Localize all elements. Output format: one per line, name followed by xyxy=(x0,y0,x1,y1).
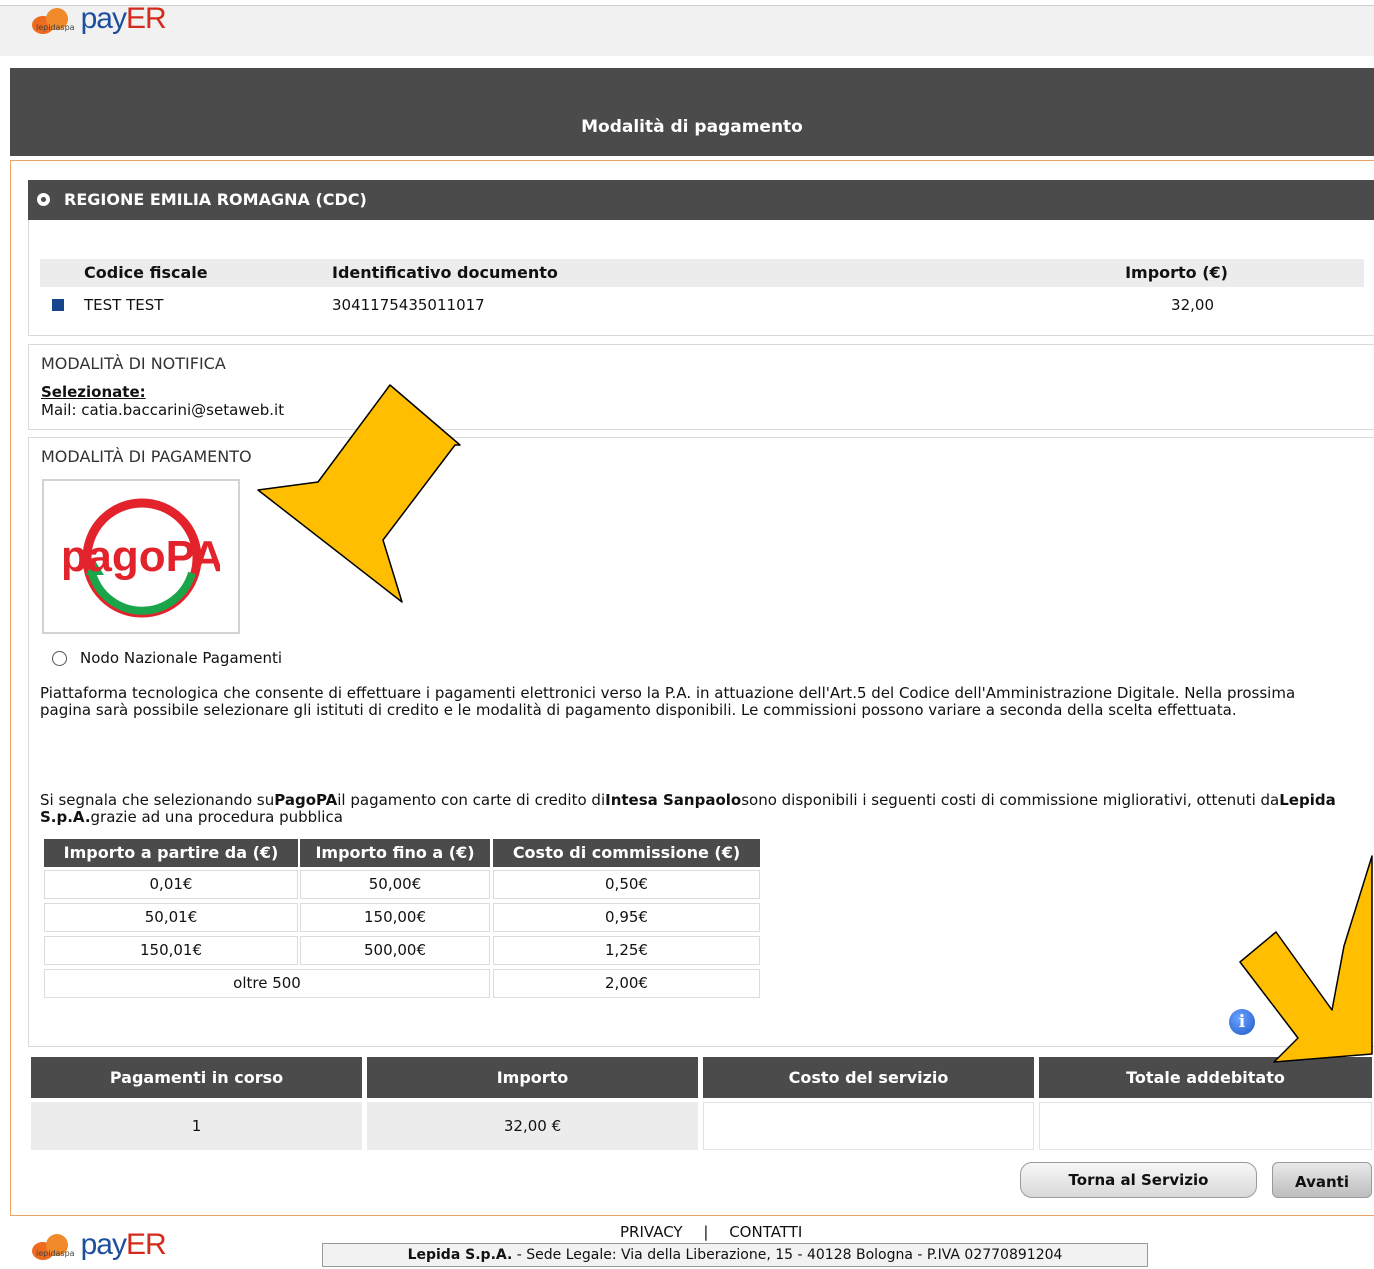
notifica-mail: Mail: catia.baccarini@setaweb.it xyxy=(41,401,285,419)
logo-company: lepidaspa xyxy=(36,1249,75,1258)
fee-cell: 50,00€ xyxy=(300,870,490,899)
fee-cell: 1,25€ xyxy=(493,936,760,965)
ente-label: REGIONE EMILIA ROMAGNA (CDC) xyxy=(64,190,367,209)
bullet-square-icon xyxy=(52,299,64,311)
pagopa-logo: pagoPA xyxy=(64,498,220,618)
pagamento-title: MODALITÀ DI PAGAMENTO xyxy=(41,447,252,466)
payer-logo[interactable]: lepidaspa payER xyxy=(32,2,167,35)
fee-col-cost: Costo di commissione (€) xyxy=(493,839,760,867)
note-text-4: grazie ad una procedura pubblica xyxy=(90,808,343,826)
fee-col-to: Importo fino a (€) xyxy=(300,839,490,867)
row-identificativo: 3041175435011017 xyxy=(332,296,485,314)
note-text-2: il pagamento con carte di credito di xyxy=(337,791,606,809)
footer-separator: | xyxy=(703,1223,709,1241)
annotation-arrow-icon xyxy=(1239,855,1373,1063)
row-importo: 32,00 xyxy=(1171,296,1214,314)
logo-wordmark: payER xyxy=(80,1228,167,1261)
col-importo: Importo (€) xyxy=(1125,263,1228,282)
footer-payer-logo[interactable]: lepidaspa payER xyxy=(32,1228,167,1261)
notifica-panel: MODALITÀ DI NOTIFICA Selezionate: Mail: … xyxy=(28,344,1374,430)
footer-links: PRIVACY | CONTATTI xyxy=(620,1223,802,1241)
notifica-selected-label: Selezionate: xyxy=(41,383,146,401)
commission-note: Si segnala che selezionando suPagoPAil p… xyxy=(40,792,1340,826)
pagopa-radio[interactable] xyxy=(52,650,67,666)
fee-cell: 0,95€ xyxy=(493,903,760,932)
table-row: TEST TEST 3041175435011017 32,00 xyxy=(40,290,1364,320)
logo-pay: pay xyxy=(80,1228,127,1261)
pagopa-option[interactable]: Nodo Nazionale Pagamenti xyxy=(52,649,282,667)
documents-table-header: Codice fiscale Identificativo documento … xyxy=(40,259,1364,287)
footer-legal: Lepida S.p.A. - Sede Legale: Via della L… xyxy=(322,1243,1148,1267)
logo-wordmark: payER xyxy=(80,2,167,35)
pagopa-description: Piattaforma tecnologica che consente di … xyxy=(40,684,1296,719)
pagopa-logo-box[interactable]: pagoPA xyxy=(42,479,240,634)
pagopa-logo-text: pagoPA xyxy=(64,532,220,581)
title-bar: Modalità di pagamento xyxy=(10,68,1374,156)
note-bold-pagopa: PagoPA xyxy=(274,791,338,809)
summary-col-pagamenti: Pagamenti in corso xyxy=(31,1057,362,1098)
note-text-3: sono disponibili i seguenti costi di com… xyxy=(741,791,1280,809)
contatti-link[interactable]: CONTATTI xyxy=(729,1223,802,1241)
fee-cell: oltre 500 xyxy=(44,969,490,998)
summary-col-importo: Importo xyxy=(367,1057,698,1098)
logo-er: ER xyxy=(125,1228,167,1261)
logo-er: ER xyxy=(125,2,167,35)
notifica-title: MODALITÀ DI NOTIFICA xyxy=(41,354,226,373)
logo-pay: pay xyxy=(80,2,127,35)
ente-bar: REGIONE EMILIA ROMAGNA (CDC) xyxy=(28,180,1374,220)
fee-cell: 150,01€ xyxy=(44,936,298,965)
avanti-button[interactable]: Avanti xyxy=(1272,1162,1372,1198)
fee-cell: 0,01€ xyxy=(44,870,298,899)
note-bold-bank: Intesa Sanpaolo xyxy=(605,791,742,809)
annotation-arrow-icon xyxy=(257,384,461,603)
privacy-link[interactable]: PRIVACY xyxy=(620,1223,683,1241)
header: lepidaspa payER xyxy=(0,2,1374,56)
fee-cell: 2,00€ xyxy=(493,969,760,998)
fee-cell: 0,50€ xyxy=(493,870,760,899)
row-codice-fiscale: TEST TEST xyxy=(84,296,164,314)
fee-cell: 150,00€ xyxy=(300,903,490,932)
fee-col-from: Importo a partire da (€) xyxy=(44,839,298,867)
summary-totale-value xyxy=(1039,1102,1372,1150)
footer-legal-text: - Sede Legale: Via della Liberazione, 15… xyxy=(512,1247,1063,1263)
footer-legal-company: Lepida S.p.A. xyxy=(407,1247,513,1263)
pagopa-option-label: Nodo Nazionale Pagamenti xyxy=(80,649,283,667)
summary-pagamenti-value: 1 xyxy=(31,1102,362,1150)
summary-importo-value: 32,00 € xyxy=(367,1102,698,1150)
ente-radio-icon[interactable] xyxy=(37,193,50,206)
torna-al-servizio-button[interactable]: Torna al Servizio xyxy=(1020,1162,1257,1198)
fee-cell: 500,00€ xyxy=(300,936,490,965)
fee-cell: 50,01€ xyxy=(44,903,298,932)
summary-costo-value xyxy=(703,1102,1034,1150)
page-title: Modalità di pagamento xyxy=(581,117,803,137)
logo-company: lepidaspa xyxy=(36,23,75,32)
note-text-1: Si segnala che selezionando su xyxy=(40,791,275,809)
summary-col-costo: Costo del servizio xyxy=(703,1057,1034,1098)
col-identificativo: Identificativo documento xyxy=(332,263,558,282)
col-codice-fiscale: Codice fiscale xyxy=(84,263,208,282)
